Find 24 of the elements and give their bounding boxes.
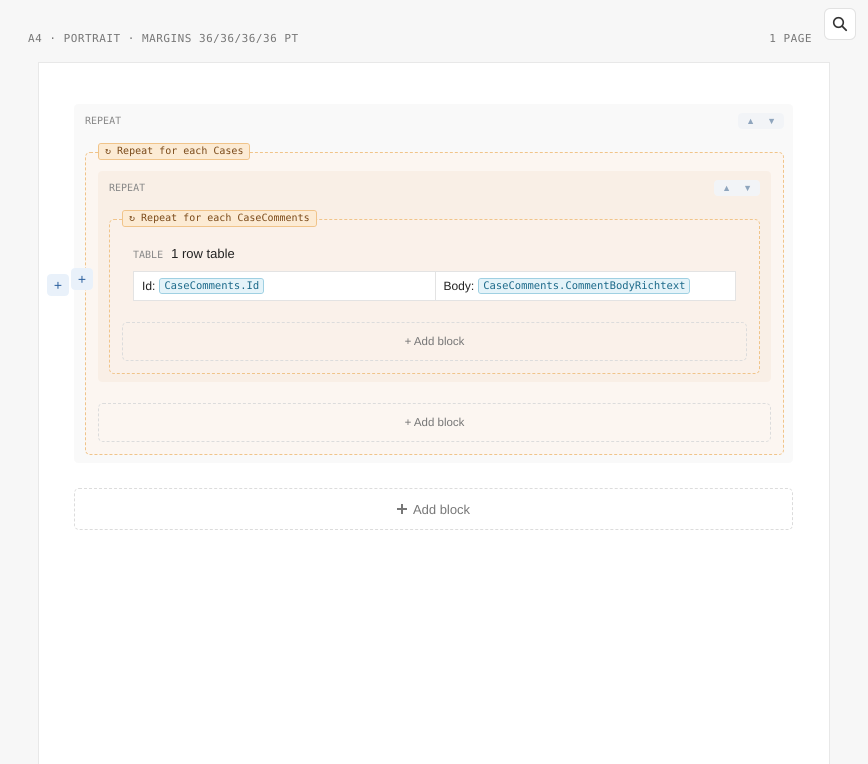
search-icon: [832, 16, 848, 32]
plus-icon: [396, 504, 407, 514]
loop-label: ↻ Repeat for each Cases: [98, 143, 250, 160]
table-title: 1 row table: [171, 246, 235, 261]
add-block-button[interactable]: + Add block: [98, 403, 771, 442]
move-down-button[interactable]: ▼: [763, 114, 780, 128]
cell-label: Id:: [142, 279, 156, 293]
add-block-button[interactable]: Add block: [74, 488, 793, 530]
cell-label: Body:: [444, 279, 474, 293]
page-count: 1 PAGE: [769, 32, 812, 47]
add-handle[interactable]: +: [47, 274, 69, 296]
add-block-button[interactable]: + Add block: [122, 322, 747, 361]
loop-label: ↻ Repeat for each CaseComments: [122, 210, 317, 227]
block-type-label: REPEAT: [85, 116, 122, 126]
field-token: CaseComments.CommentBodyRichtext: [478, 278, 690, 294]
block-type-label: TABLE: [133, 250, 164, 261]
field-token: CaseComments.Id: [159, 278, 264, 294]
search-button[interactable]: [824, 8, 856, 40]
move-up-button[interactable]: ▲: [718, 181, 736, 195]
move-down-button[interactable]: ▼: [739, 181, 756, 195]
block-type-label: REPEAT: [109, 182, 146, 194]
move-up-button[interactable]: ▲: [742, 114, 760, 128]
add-handle[interactable]: +: [71, 268, 93, 290]
page-info: A4 · PORTRAIT · MARGINS 36/36/36/36 PT: [28, 32, 299, 47]
